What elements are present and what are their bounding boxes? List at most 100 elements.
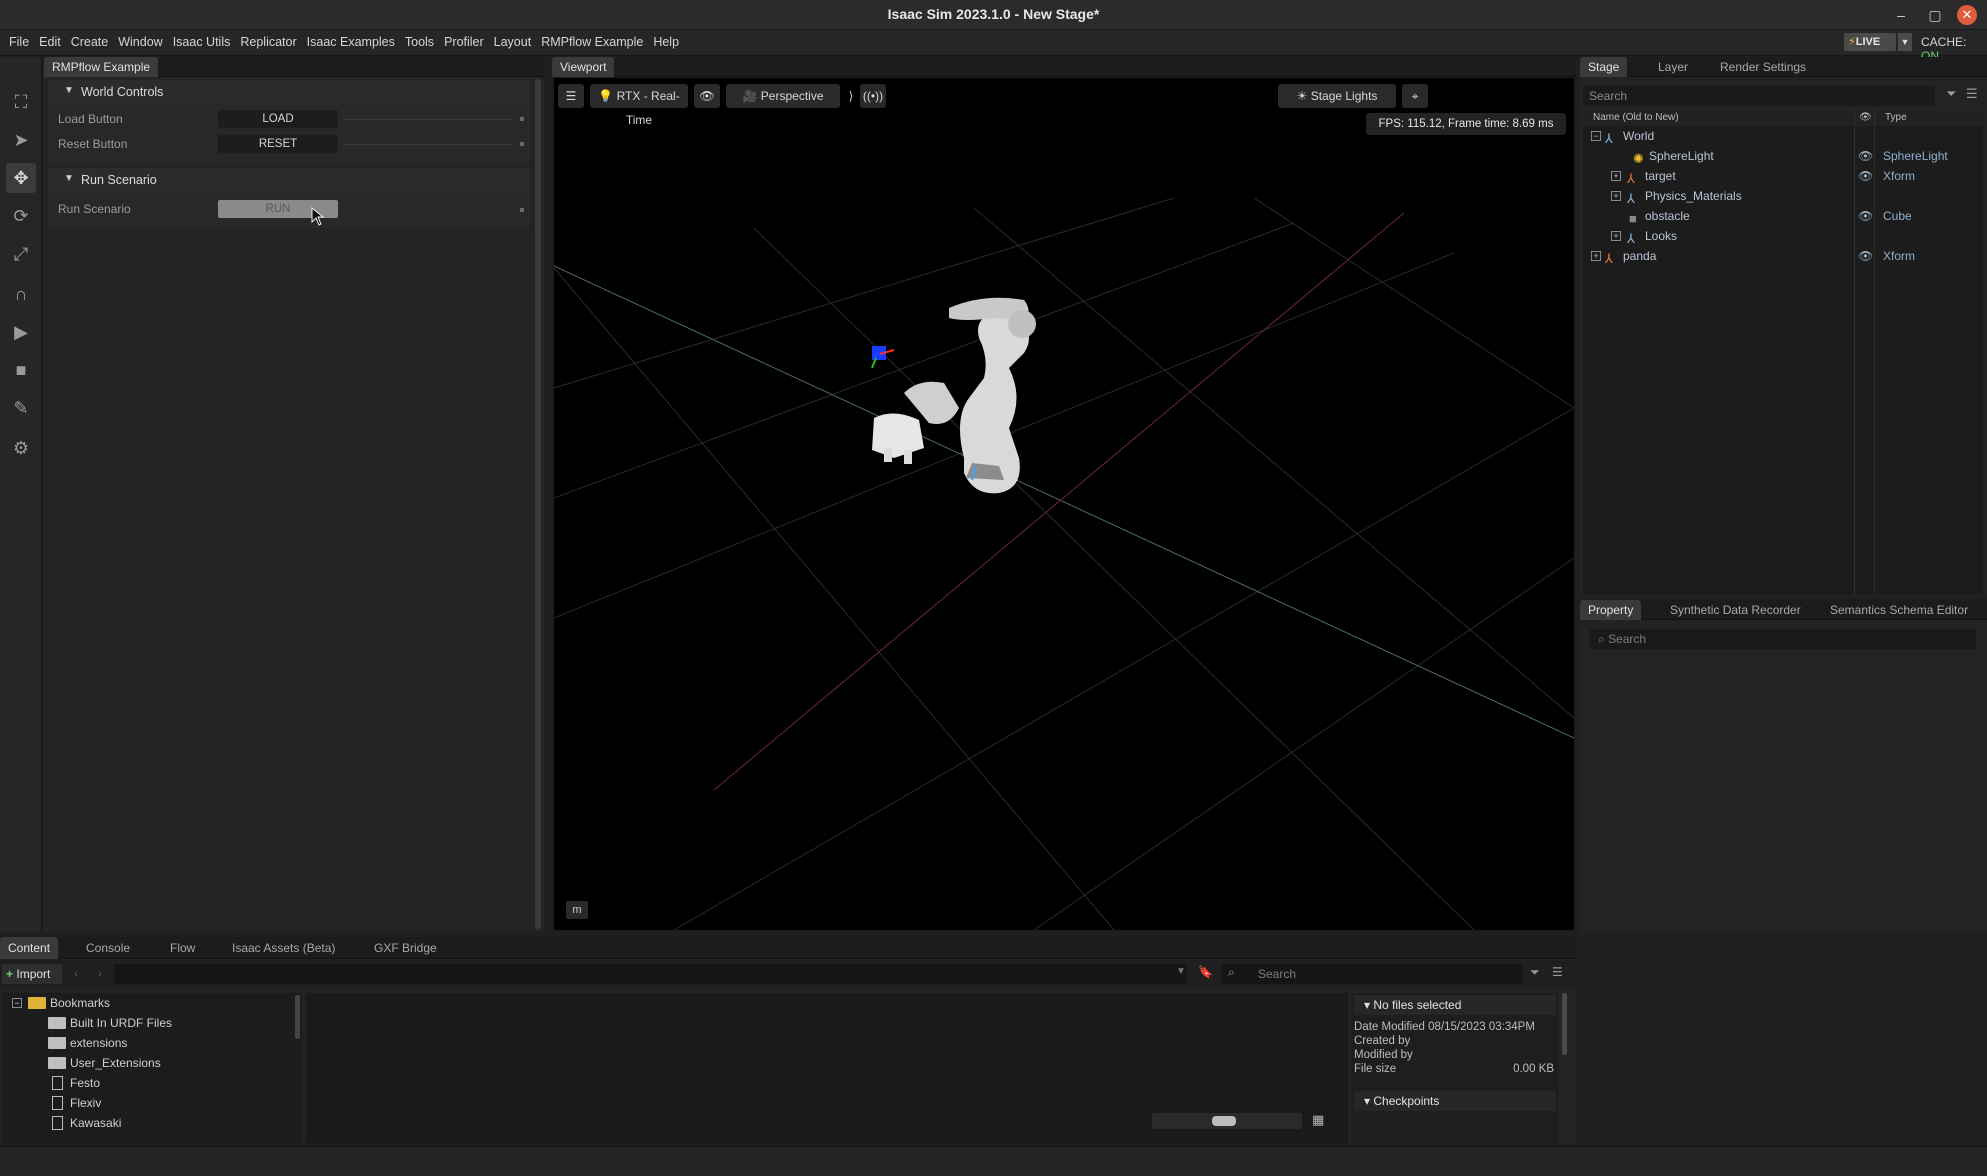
content-search-input[interactable]: Search: [1222, 964, 1522, 984]
stage-lights-dropdown[interactable]: ☀ Stage Lights: [1278, 84, 1396, 108]
property-search-input[interactable]: ⌕ Search: [1590, 629, 1976, 649]
rotate-icon[interactable]: ⟳: [6, 201, 36, 231]
zoom-slider-handle[interactable]: [1212, 1116, 1236, 1126]
collapse-icon[interactable]: −: [12, 998, 22, 1008]
back-icon[interactable]: ‹: [74, 966, 78, 980]
visibility-icon[interactable]: 👁: [1858, 166, 1873, 186]
filter-icon[interactable]: ⏷: [1946, 86, 1956, 102]
pin-icon[interactable]: ⌖: [1402, 84, 1428, 108]
close-icon[interactable]: ✕: [1957, 5, 1977, 25]
scale-icon[interactable]: ⤢: [6, 239, 36, 269]
select-mode-icon[interactable]: ⛶: [6, 87, 36, 117]
path-dropdown-icon[interactable]: ▼: [1176, 966, 1186, 977]
tab-synthetic-data-recorder[interactable]: Synthetic Data Recorder: [1662, 600, 1809, 620]
zoom-slider[interactable]: [1152, 1113, 1302, 1129]
world-controls-header[interactable]: ▼ World Controls: [48, 80, 530, 104]
tab-viewport[interactable]: Viewport: [552, 57, 615, 77]
run-scenario-header[interactable]: ▼ Run Scenario: [48, 168, 530, 192]
tab-flow[interactable]: Flow: [162, 937, 203, 959]
menu-icon[interactable]: ☰: [1966, 86, 1978, 102]
tree-row-festo[interactable]: Festo: [2, 1073, 292, 1093]
scrollbar[interactable]: [535, 79, 541, 929]
tab-stage[interactable]: Stage: [1580, 57, 1628, 77]
unit-indicator[interactable]: m: [566, 901, 588, 919]
expand-icon[interactable]: +: [1611, 171, 1621, 181]
menu-isaac-utils[interactable]: Isaac Utils: [168, 35, 236, 49]
renderer-dropdown[interactable]: 💡 RTX - Real-Time: [590, 84, 688, 127]
tree-row-target[interactable]: + ⅄ target 👁 Xform: [1583, 166, 1983, 186]
tab-rmpflow-example[interactable]: RMPflow Example: [44, 57, 159, 77]
live-button[interactable]: ⚡LIVE: [1844, 33, 1896, 51]
expand-icon[interactable]: +: [1591, 251, 1601, 261]
tree-row-flexiv[interactable]: Flexiv: [2, 1093, 292, 1113]
menu-profiler[interactable]: Profiler: [439, 35, 489, 49]
expand-icon[interactable]: +: [1611, 231, 1621, 241]
tab-semantics-schema-editor[interactable]: Semantics Schema Editor: [1822, 600, 1976, 620]
tab-isaac-assets[interactable]: Isaac Assets (Beta): [224, 937, 343, 959]
menu-create[interactable]: Create: [66, 35, 114, 49]
bookmark-icon[interactable]: 🔖: [1198, 965, 1213, 979]
chevron-right-icon[interactable]: ⟩: [844, 84, 858, 108]
tab-content[interactable]: Content: [0, 937, 59, 959]
sim-icon[interactable]: ⚙: [6, 433, 36, 463]
tree-row-urdf-files[interactable]: Built In URDF Files: [2, 1013, 292, 1033]
menu-help[interactable]: Help: [648, 35, 684, 49]
import-button[interactable]: + Import: [2, 964, 62, 984]
menu-icon[interactable]: ☰: [1552, 965, 1563, 979]
filter-icon[interactable]: ⏷: [1530, 965, 1540, 980]
tab-render-settings[interactable]: Render Settings: [1712, 57, 1814, 77]
scrollbar[interactable]: [295, 995, 300, 1039]
tree-row-panda[interactable]: + ⅄ panda 👁 Xform: [1583, 246, 1983, 266]
menu-tools[interactable]: Tools: [400, 35, 439, 49]
live-dropdown-icon[interactable]: ▼: [1898, 33, 1912, 51]
viewport-canvas[interactable]: ☰ 💡 RTX - Real-Time 👁 🎥 Perspective ⟩ ((…: [554, 78, 1574, 930]
menu-rmpflow-example[interactable]: RMPflow Example: [536, 35, 648, 49]
tree-row-bookmarks[interactable]: − Bookmarks: [2, 993, 292, 1013]
eye-icon[interactable]: 👁: [694, 84, 720, 108]
menu-file[interactable]: File: [4, 35, 34, 49]
settings-icon[interactable]: ☰: [558, 84, 584, 108]
tab-layer[interactable]: Layer: [1650, 57, 1696, 77]
visibility-icon[interactable]: 👁: [1858, 206, 1873, 226]
file-browser-area[interactable]: ▦: [306, 993, 1348, 1143]
menu-replicator[interactable]: Replicator: [235, 35, 301, 49]
move-icon[interactable]: ✥: [6, 163, 36, 193]
scrollbar[interactable]: [1562, 993, 1567, 1055]
menu-isaac-examples[interactable]: Isaac Examples: [302, 35, 400, 49]
tree-row-world[interactable]: − ⅄ World: [1583, 126, 1983, 146]
visibility-icon[interactable]: 👁: [1858, 246, 1873, 266]
tree-row-physics-materials[interactable]: + ⅄ Physics_Materials: [1583, 186, 1983, 206]
minimize-icon[interactable]: –: [1890, 4, 1912, 26]
tab-gxf-bridge[interactable]: GXF Bridge: [366, 937, 445, 959]
stage-search-input[interactable]: Search: [1583, 86, 1935, 106]
broadcast-icon[interactable]: ((•)): [860, 84, 886, 108]
tree-row-kawasaki[interactable]: Kawasaki: [2, 1113, 292, 1133]
visibility-icon[interactable]: 👁: [1858, 146, 1873, 166]
tab-property[interactable]: Property: [1580, 600, 1642, 620]
snap-icon[interactable]: ∩: [6, 279, 36, 309]
menu-layout[interactable]: Layout: [489, 35, 537, 49]
stop-icon[interactable]: ■: [6, 355, 36, 385]
play-icon[interactable]: ▶: [6, 317, 36, 347]
forward-icon[interactable]: ›: [98, 966, 102, 980]
col-name-header[interactable]: Name (Old to New): [1593, 110, 1679, 126]
paint-icon[interactable]: ✎: [6, 393, 36, 423]
reset-button[interactable]: RESET: [218, 135, 338, 153]
path-input[interactable]: [114, 964, 1186, 984]
maximize-icon[interactable]: ▢: [1924, 4, 1946, 26]
expand-icon[interactable]: +: [1611, 191, 1621, 201]
checkpoints-header[interactable]: ▾ Checkpoints: [1354, 1091, 1556, 1111]
no-files-header[interactable]: ▾ No files selected: [1354, 995, 1556, 1015]
grid-view-icon[interactable]: ▦: [1312, 1112, 1324, 1128]
col-type-header[interactable]: Type: [1885, 110, 1907, 126]
collapse-icon[interactable]: −: [1591, 131, 1601, 141]
select-icon[interactable]: ➤: [6, 125, 36, 155]
tree-row-user-extensions[interactable]: User_Extensions: [2, 1053, 292, 1073]
camera-dropdown[interactable]: 🎥 Perspective: [726, 84, 840, 108]
menu-window[interactable]: Window: [113, 35, 167, 49]
load-button[interactable]: LOAD: [218, 110, 338, 128]
menu-edit[interactable]: Edit: [34, 35, 66, 49]
tab-console[interactable]: Console: [78, 937, 138, 959]
tree-row-spherelight[interactable]: ✺ SphereLight 👁 SphereLight: [1583, 146, 1983, 166]
tree-row-looks[interactable]: + ⅄ Looks: [1583, 226, 1983, 246]
